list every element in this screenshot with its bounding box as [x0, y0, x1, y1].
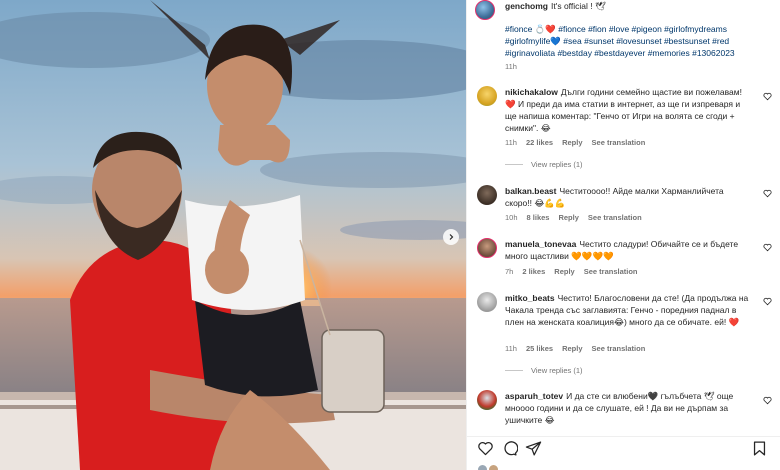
- save-button[interactable]: [751, 440, 768, 457]
- comment-username[interactable]: mitko_beats: [505, 293, 555, 303]
- comment-username[interactable]: balkan.beast: [505, 186, 557, 196]
- caption-hashtags[interactable]: #fionce 💍❤️ #fionce #fion #love #pigeon …: [505, 23, 773, 59]
- comment-meta: 7h 2 likes Reply See translation: [505, 267, 638, 276]
- comment-text: asparuh_totev И да сте си влюбени🖤 гълъбч…: [505, 391, 734, 425]
- couple-sunset-photo: [0, 0, 466, 470]
- heart-icon[interactable]: [763, 297, 772, 306]
- comment-text: mitko_beats Честито! Благословени да сте!…: [505, 293, 749, 327]
- bookmark-icon: [753, 441, 766, 456]
- caption-text: It's official ! 🕊: [551, 1, 606, 11]
- like-button[interactable]: [477, 440, 494, 457]
- chevron-right-icon: [449, 234, 454, 240]
- avatar[interactable]: [477, 292, 497, 312]
- comment-icon: [504, 441, 519, 456]
- comment-username[interactable]: nikichakalow: [505, 87, 558, 97]
- comment-text: manuela_tonevaa Честито сладури! Обичайте…: [505, 239, 739, 261]
- comment-username[interactable]: asparuh_totev: [505, 391, 563, 401]
- comments-panel: genchomg It's official ! 🕊 #fionce 💍❤️ #…: [466, 0, 780, 470]
- avatar[interactable]: [477, 86, 497, 106]
- comment-text: nikichakalow Дълги години семейно щастие …: [505, 87, 742, 133]
- avatar: [489, 465, 498, 470]
- comment-button[interactable]: [501, 440, 519, 457]
- post-time[interactable]: 11h: [505, 62, 517, 71]
- avatar[interactable]: [477, 390, 497, 410]
- post-photo[interactable]: [0, 0, 466, 470]
- author-avatar[interactable]: [475, 0, 495, 20]
- comments-scroll[interactable]: genchomg It's official ! 🕊 #fionce 💍❤️ #…: [467, 0, 780, 425]
- comment-meta: 10h 8 likes Reply See translation: [505, 213, 642, 222]
- comment-username[interactable]: manuela_tonevaa: [505, 239, 576, 249]
- comment-meta: 11h 25 likes Reply See translation: [505, 344, 646, 353]
- comment-meta: 11h 22 likes Reply See translation: [505, 138, 646, 147]
- heart-icon[interactable]: [763, 243, 772, 252]
- view-replies-button[interactable]: View replies (1): [505, 160, 583, 169]
- liked-by-avatars[interactable]: [477, 465, 517, 470]
- heart-icon[interactable]: [763, 396, 772, 405]
- send-icon: [525, 441, 542, 456]
- action-bar: [467, 436, 780, 470]
- avatar: [478, 465, 487, 470]
- heart-icon[interactable]: [763, 92, 772, 101]
- author-username[interactable]: genchomg: [505, 1, 548, 11]
- avatar[interactable]: [477, 185, 497, 205]
- next-image-button[interactable]: [443, 229, 459, 245]
- comment-text: balkan.beast Честитоооо!! Айде малки Харм…: [505, 186, 724, 208]
- view-replies-button[interactable]: View replies (1): [505, 366, 583, 375]
- heart-icon: [478, 441, 493, 456]
- avatar[interactable]: [477, 238, 497, 258]
- share-button[interactable]: [525, 440, 542, 457]
- post-viewer: genchomg It's official ! 🕊 #fionce 💍❤️ #…: [0, 0, 780, 470]
- heart-icon[interactable]: [763, 189, 772, 198]
